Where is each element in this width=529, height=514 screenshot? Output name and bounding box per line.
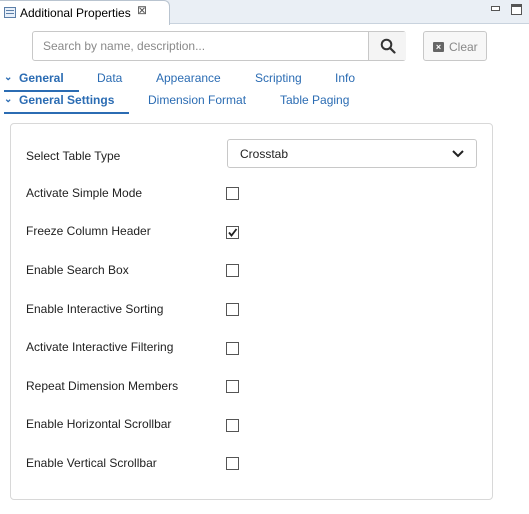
tab-label: Appearance [156,71,221,85]
properties-view-icon [4,7,16,18]
view-tab[interactable]: Additional Properties ⊠ [0,0,170,25]
tab-label: Dimension Format [148,93,247,107]
clear-label: Clear [449,40,478,54]
option-label: Freeze Column Header [26,224,151,238]
search-input[interactable] [33,32,368,60]
view-titlebar: Additional Properties ⊠ [0,0,529,25]
minimize-icon[interactable] [489,3,502,16]
maximize-icon[interactable] [510,3,523,16]
option-label: Activate Interactive Filtering [26,340,174,354]
tab-general[interactable]: ⌄ General [4,70,79,92]
option-label: Activate Simple Mode [26,186,143,200]
table-type-select[interactable]: Crosstab [227,139,477,168]
active-tab-underline [4,112,129,114]
tab-general-settings[interactable]: ⌄ General Settings [4,92,129,114]
enable-vertical-scrollbar-checkbox[interactable] [226,457,239,470]
enable-search-box-checkbox[interactable] [226,264,239,277]
main-tabs: ⌄ General Data Appearance Scripting Info [0,70,529,92]
tab-label: General [19,71,64,85]
chevron-down-icon: ⌄ [4,94,13,105]
activate-interactive-filtering-checkbox[interactable] [226,342,239,355]
option-label: Enable Horizontal Scrollbar [26,417,172,431]
close-icon[interactable]: ⊠ [137,3,147,17]
chevron-down-icon [452,150,464,158]
enable-horizontal-scrollbar-checkbox[interactable] [226,419,239,432]
table-type-label: Select Table Type [26,149,121,163]
freeze-column-header-checkbox[interactable] [226,226,239,239]
enable-interactive-sorting-checkbox[interactable] [226,303,239,316]
search-button[interactable] [368,32,406,60]
tab-label: Table Paging [280,93,350,107]
search-icon [380,38,396,54]
view-title: Additional Properties [20,6,131,20]
activate-simple-mode-checkbox[interactable] [226,187,239,200]
checkmark-icon [228,228,238,237]
option-label: Enable Interactive Sorting [26,302,164,316]
option-label: Repeat Dimension Members [26,379,179,393]
option-label: Enable Search Box [26,263,129,277]
repeat-dimension-members-checkbox[interactable] [226,380,239,393]
option-label: Enable Vertical Scrollbar [26,456,157,470]
tab-label: Scripting [255,71,302,85]
sub-tabs: ⌄ General Settings Dimension Format Tabl… [0,92,529,114]
clear-button[interactable]: × Clear [423,31,487,61]
table-type-value: Crosstab [240,147,289,161]
clear-x-icon: × [433,42,444,52]
tab-label: Info [335,71,356,85]
tab-label: Data [97,71,123,85]
search-box [32,31,406,61]
tab-label: General Settings [19,93,115,107]
chevron-down-icon: ⌄ [4,72,13,83]
